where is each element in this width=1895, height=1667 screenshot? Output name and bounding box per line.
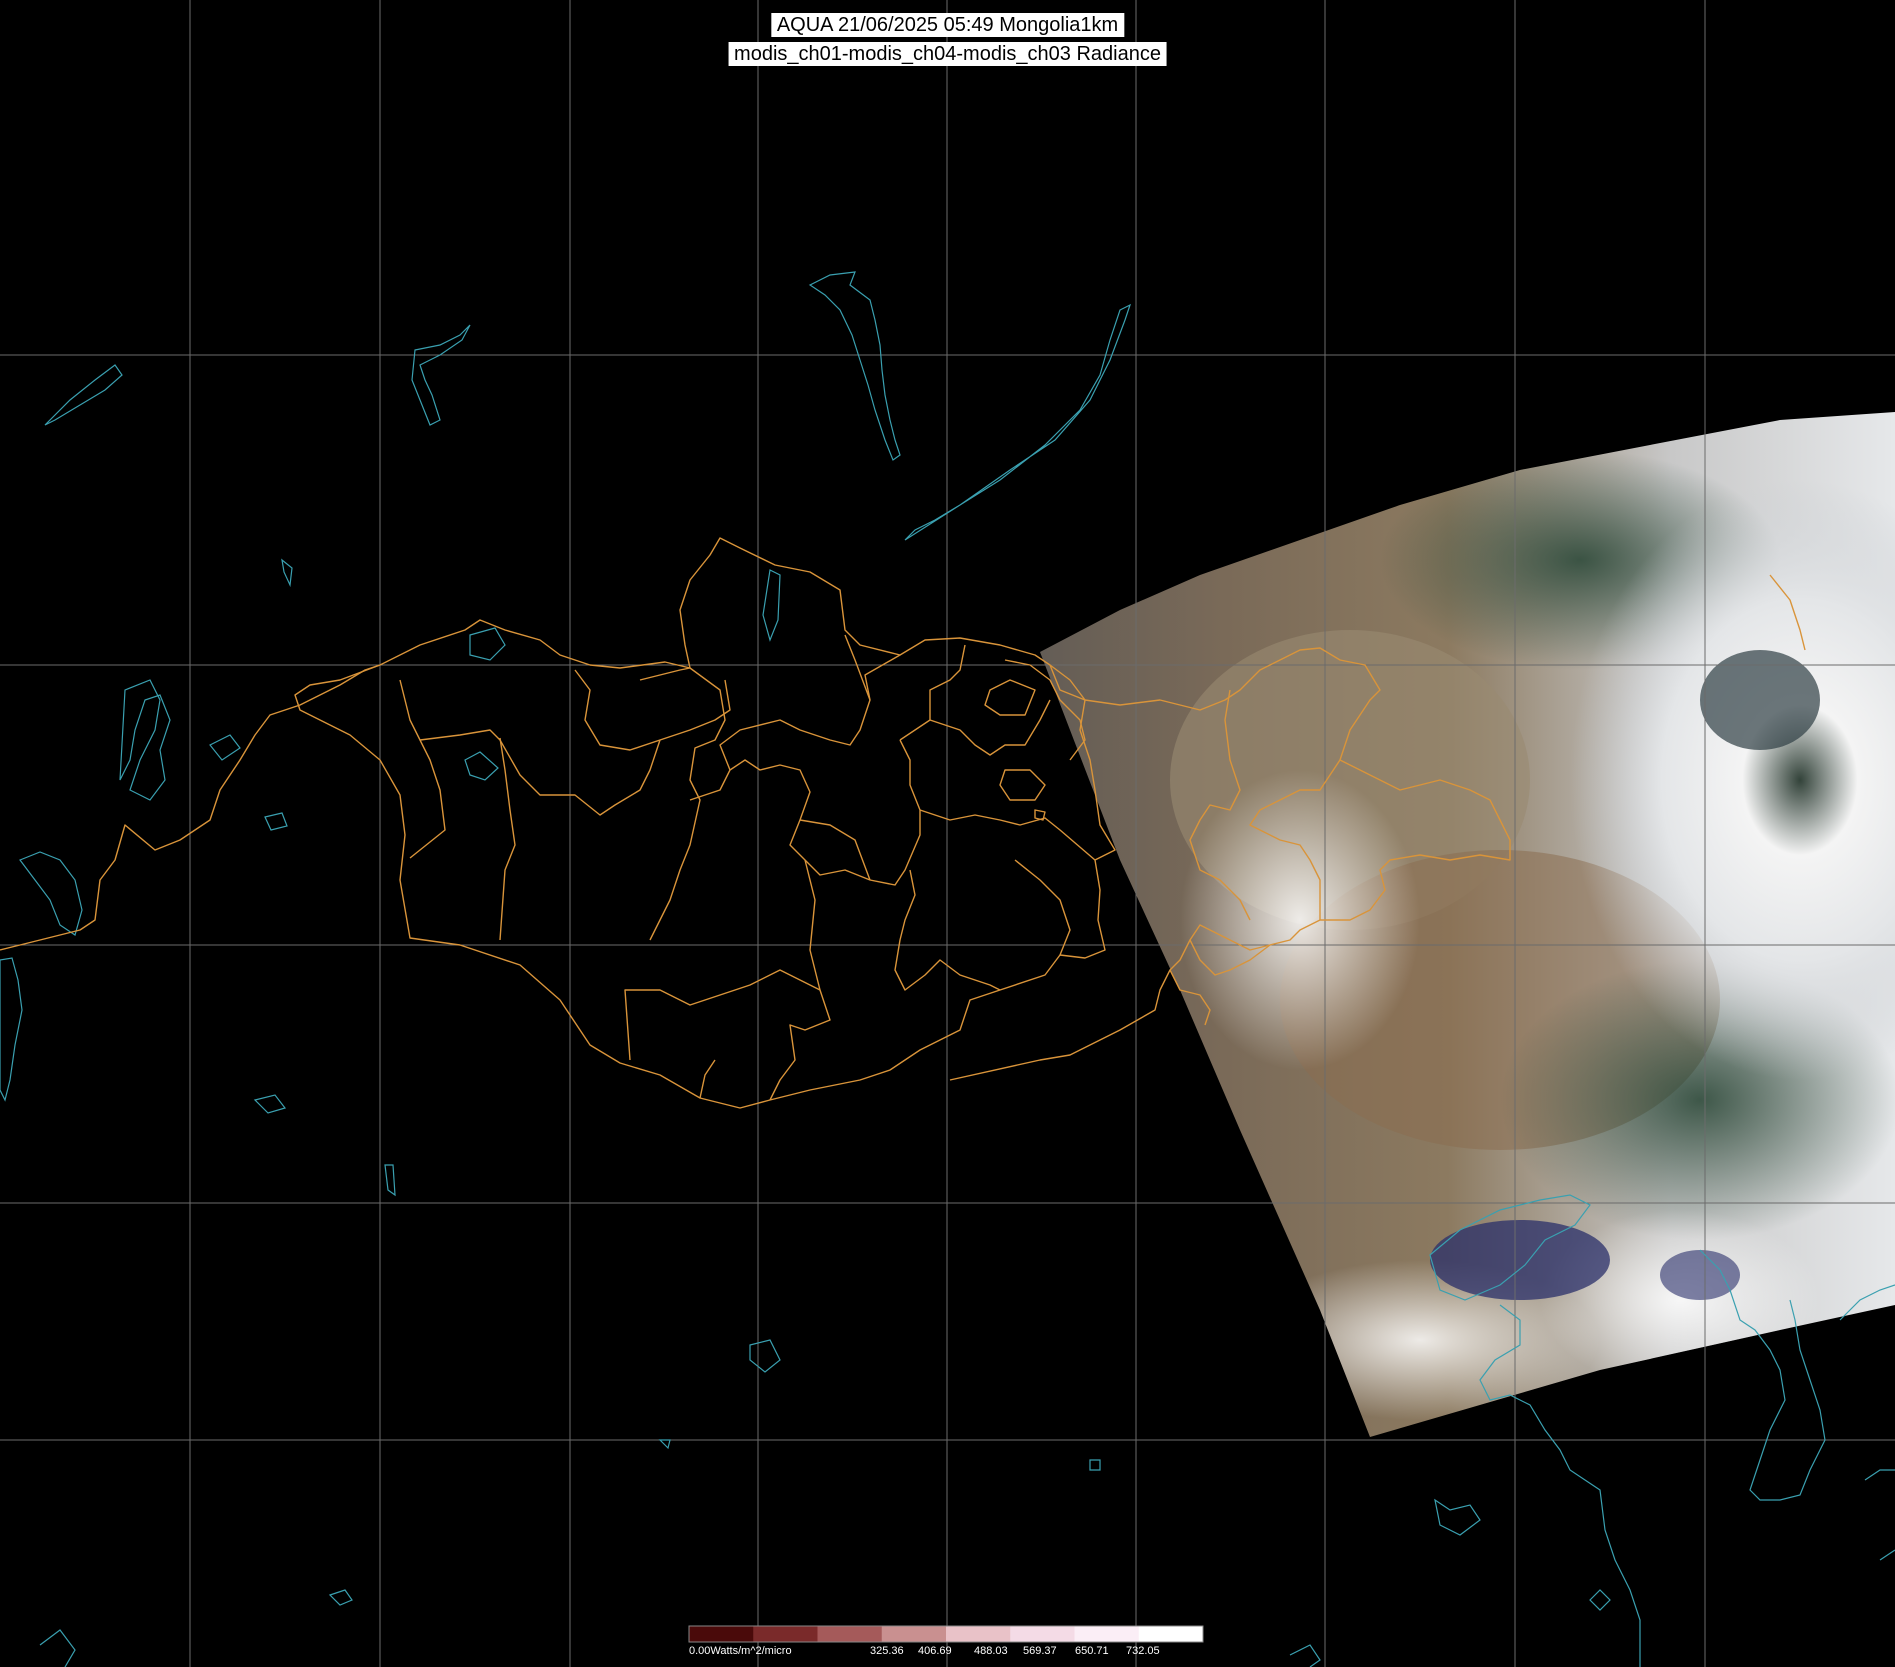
legend-swatch [689,1626,754,1642]
legend-swatch [881,1626,947,1642]
legend-swatch [1074,1626,1140,1642]
legend-tick: 406.69 [918,1645,952,1657]
legend-swatch [753,1626,818,1642]
title-line-2: modis_ch01-modis_ch04-modis_ch03 Radianc… [728,42,1167,66]
legend-tick: 650.71 [1075,1645,1109,1657]
legend-swatch [817,1626,883,1642]
satellite-map [0,0,1895,1667]
legend-unit-label: 0.00Watts/m^2/micro [689,1645,792,1657]
legend-tick: 325.36 [870,1645,904,1657]
legend-tick: 488.03 [974,1645,1008,1657]
legend-tick: 569.37 [1023,1645,1057,1657]
legend-swatch [1010,1626,1075,1642]
title-line-1: AQUA 21/06/2025 05:49 Mongolia1km [770,13,1125,37]
legend-swatch [946,1626,1011,1642]
legend-colorbar [688,1625,1204,1643]
legend-tick: 732.05 [1126,1645,1160,1657]
legend-swatch [1138,1626,1204,1642]
